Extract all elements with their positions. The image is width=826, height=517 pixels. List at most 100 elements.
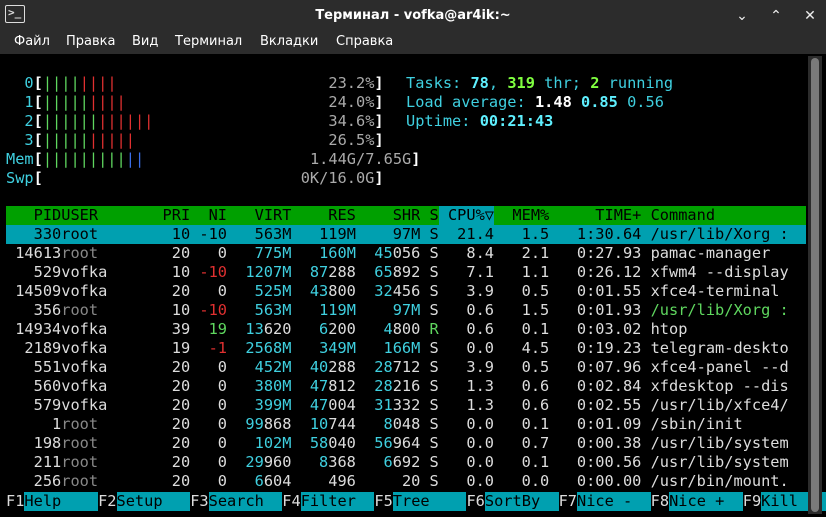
fkey-label[interactable]: Help (24, 492, 99, 511)
fkey-key[interactable]: F8 (651, 492, 669, 510)
terminal-screen[interactable]: 0[|||||||| 23.2%] 1[||||||||| 24.0%] 2[|||… (6, 56, 826, 514)
cell-res: 119M (319, 225, 356, 243)
menu-file[interactable]: Файл (14, 34, 50, 49)
cell-state: R (429, 320, 439, 338)
table-row[interactable]: 14613root 20 0 775M 160M 45056 S 8.4 2.1 0:27.93 p… (6, 244, 806, 263)
header-shr[interactable]: SHR (356, 206, 421, 225)
cell-shr: 65892 (374, 263, 421, 281)
cell-cpu: 21.4 (457, 225, 495, 243)
meter-bracket-open: [ (33, 112, 43, 130)
meter-bracket-open: [ (33, 93, 43, 111)
header-res[interactable]: RES (291, 206, 356, 225)
header-state[interactable]: S (420, 206, 439, 225)
fkey-label[interactable]: SortBy (484, 492, 559, 511)
cell-nice: -10 (199, 301, 227, 319)
fkey-key[interactable]: F1 (6, 492, 24, 510)
header-time[interactable]: TIME+ (549, 206, 641, 225)
table-row[interactable]: 330root 10 -10 563M 119M 97M S 21.4 1.5 1:30.64/u… (6, 225, 806, 244)
header-command[interactable]: Command (641, 206, 798, 225)
meter-bar: ||||||||||| (43, 150, 144, 168)
table-row[interactable]: 256root 20 0 6604 496 20 S 0.0 0.0 0:00.00/usr/bi… (6, 472, 806, 491)
header-nice[interactable]: NI (190, 206, 227, 225)
process-table-header[interactable]: PIDUSER PRI NI VIRT RES SHR S CPU%▽ MEM% TIME+ Com… (6, 206, 806, 225)
fkey-nice[interactable]: F7Nice - (559, 492, 651, 511)
maximize-icon[interactable]: ⌃ (767, 7, 785, 25)
cell-mem: 0.1 (521, 453, 550, 471)
cell-nice: 0 (217, 472, 227, 490)
fkey-key[interactable]: F4 (282, 492, 300, 510)
table-row[interactable]: 14509vofka 20 0 525M 43800 32456 S 3.9 0.5 0:01.5… (6, 282, 806, 301)
cell-pid: 14509 (15, 282, 62, 300)
header-user[interactable]: USER (61, 206, 153, 225)
meter-row: Mem[||||||||||| 1.44G/7.65G] (6, 150, 806, 169)
table-row[interactable]: 529vofka 10 -10 1207M 87288 65892 S 7.1 1.1 0:26.… (6, 263, 806, 282)
minimize-icon[interactable]: ⌄ (733, 7, 751, 25)
table-row[interactable]: 14934vofka 39 19 13620 6200 4800 R 0.6 0.1 0:03.0… (6, 320, 806, 339)
fkey-setup[interactable]: F2Setup (98, 492, 191, 511)
meter-bracket-close: ] (374, 131, 384, 149)
fkey-search[interactable]: F3Search (190, 492, 283, 511)
header-virt[interactable]: VIRT (227, 206, 292, 225)
fkey-key[interactable]: F9 (743, 492, 761, 510)
fkey-key[interactable]: F6 (466, 492, 484, 510)
fkey-sortby[interactable]: F6SortBy (466, 492, 559, 511)
table-row[interactable]: 198root 20 0 102M 58040 56964 S 0.0 0.7 0:00.38/u… (6, 434, 806, 453)
cell-shr: 8048 (383, 415, 421, 433)
cell-user: vofka (61, 377, 108, 395)
header-priority[interactable]: PRI (153, 206, 191, 225)
cell-time: 0:02.84 (576, 377, 642, 395)
scrollbar[interactable] (808, 56, 822, 514)
cell-command: telegram-deskto (650, 339, 789, 357)
cell-shr: 28712 (374, 358, 421, 376)
cell-nice: 0 (217, 282, 227, 300)
fkey-label[interactable]: Setup (116, 492, 191, 511)
table-row[interactable]: 551vofka 20 0 452M 40288 28712 S 3.9 0.5 0:07.96 x… (6, 358, 806, 377)
cell-pid: 551 (33, 358, 62, 376)
meter-bracket-close: ] (411, 150, 421, 168)
fkey-key[interactable]: F7 (559, 492, 577, 510)
meter-value: 1.44G/7.65G (309, 150, 412, 168)
fkey-label[interactable]: Search (208, 492, 283, 511)
cell-pid: 579 (33, 396, 62, 414)
header-mem[interactable]: MEM% (494, 206, 549, 225)
fkey-label[interactable]: Nice - (576, 492, 651, 511)
table-row[interactable]: 2189vofka 19 -1 2568M 349M 166M S 0.0 4.5 0:19.23… (6, 339, 806, 358)
cell-user: vofka (61, 263, 108, 281)
fkey-key[interactable]: F2 (98, 492, 116, 510)
menu-edit[interactable]: Правка (66, 34, 115, 49)
fkey-tree[interactable]: F5Tree (374, 492, 467, 511)
header-pid[interactable]: PID (6, 206, 62, 225)
fkey-key[interactable]: F5 (374, 492, 392, 510)
fkey-key[interactable]: F3 (190, 492, 208, 510)
table-row[interactable]: 579vofka 20 0 399M 47004 31332 S 1.3 0.6 0:02.55 /… (6, 396, 806, 415)
table-row[interactable]: 1root 20 0 99868 10744 8048 S 0.0 0.1 0:01.09/sbi… (6, 415, 806, 434)
menu-view[interactable]: Вид (132, 34, 158, 49)
fkey-filter[interactable]: F4Filter (282, 492, 375, 511)
fkey-label[interactable]: Nice + (669, 492, 743, 511)
cell-command: xfdesktop --dis (650, 377, 789, 395)
cell-user: root (61, 472, 99, 490)
fkey-label[interactable]: Tree (392, 492, 467, 511)
table-row[interactable]: 560vofka 20 0 380M 47812 28216 S 1.3 0.6 0:02.84 x… (6, 377, 806, 396)
menu-terminal[interactable]: Терминал (175, 34, 242, 49)
cell-priority: 20 (171, 377, 191, 395)
table-row[interactable]: 211root 20 0 29960 8368 6692 S 0.0 0.1 0:00.56/us… (6, 453, 806, 472)
cell-pid: 198 (33, 434, 62, 452)
cell-user: root (61, 415, 99, 433)
cell-cpu: 0.6 (466, 301, 495, 319)
meter-value: 34.6% (328, 112, 375, 130)
table-row[interactable]: 356root 10 -10 563M 119M 97M S 0.6 1.5 0:01.93/us… (6, 301, 806, 320)
meter-bar-used: ||||||||| (42, 150, 126, 168)
fkey-label[interactable]: Filter (300, 492, 375, 511)
fkey-nice[interactable]: F8Nice + (651, 492, 743, 511)
title-bar[interactable]: >_ Терминал - vofka@ar4ik:~ ⌄ ⌃ ✕ (0, 0, 826, 32)
header-cpu[interactable]: CPU%▽ (438, 206, 495, 225)
scrollbar-thumb[interactable] (811, 58, 819, 512)
menu-tabs[interactable]: Вкладки (260, 34, 318, 49)
menu-help[interactable]: Справка (336, 34, 393, 49)
cell-nice: 0 (217, 377, 227, 395)
fkey-help[interactable]: F1Help (6, 492, 99, 511)
cell-pid: 2189 (24, 339, 62, 357)
close-icon[interactable]: ✕ (801, 7, 819, 25)
cell-mem: 0.5 (521, 282, 550, 300)
